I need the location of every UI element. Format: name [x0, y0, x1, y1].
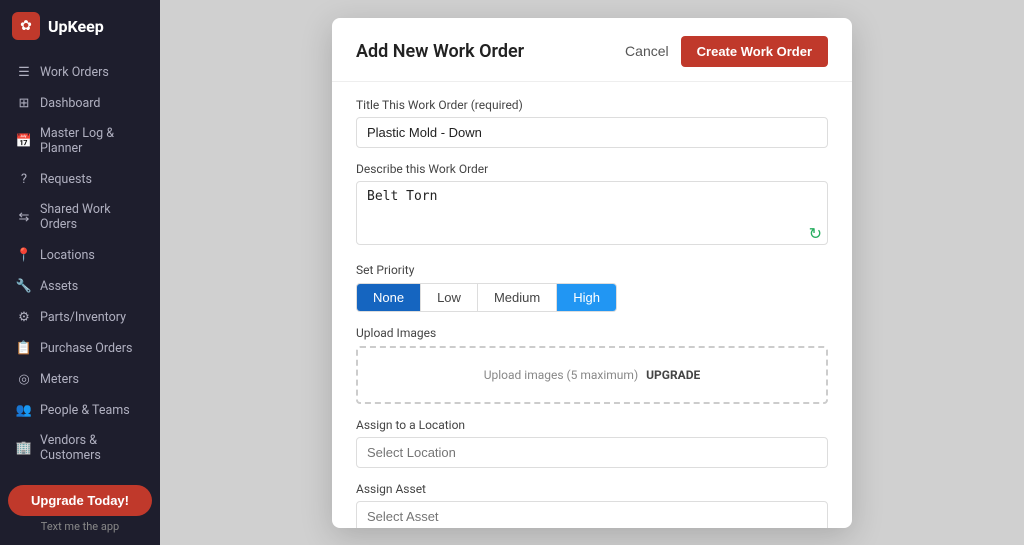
main-content: Add New Work Order Cancel Create Work Or… — [160, 0, 1024, 545]
sidebar-logo: ✿ UpKeep — [0, 0, 160, 52]
sidebar-item-label-vendors-customers: Vendors & Customers — [40, 433, 144, 463]
sidebar-item-parts-inventory[interactable]: ⚙ Parts/Inventory — [4, 302, 156, 332]
requests-icon: ? — [16, 171, 32, 187]
sidebar-item-shared-work-orders[interactable]: ⇆ Shared Work Orders — [4, 195, 156, 239]
modal-body: Title This Work Order (required) Describ… — [332, 82, 852, 528]
modal-header-actions: Cancel Create Work Order — [625, 36, 828, 67]
sidebar-item-label-dashboard: Dashboard — [40, 96, 100, 111]
upgrade-link[interactable]: UPGRADE — [646, 368, 700, 382]
sidebar-item-work-orders[interactable]: ☰ Work Orders — [4, 57, 156, 87]
describe-field-group: Describe this Work Order Belt Torn ↻ — [356, 162, 828, 249]
shared-work-orders-icon: ⇆ — [16, 209, 32, 225]
sidebar-item-label-shared-work-orders: Shared Work Orders — [40, 202, 144, 232]
sidebar-item-label-master-log: Master Log & Planner — [40, 126, 144, 156]
priority-none-button[interactable]: None — [357, 284, 420, 311]
meters-icon: ◎ — [16, 371, 32, 387]
sidebar-bottom: Upgrade Today! Text me the app — [0, 475, 160, 545]
textarea-wrapper: Belt Torn ↻ — [356, 181, 828, 249]
asset-input[interactable] — [356, 501, 828, 528]
sidebar-item-master-log[interactable]: 📅 Master Log & Planner — [4, 119, 156, 163]
purchase-orders-icon: 📋 — [16, 340, 32, 356]
sidebar-item-label-parts-inventory: Parts/Inventory — [40, 310, 126, 325]
text-app-label: Text me the app — [41, 520, 119, 533]
assign-location-label: Assign to a Location — [356, 418, 828, 432]
logo-icon: ✿ — [12, 12, 40, 40]
location-input[interactable] — [356, 437, 828, 468]
priority-medium-button[interactable]: Medium — [477, 284, 556, 311]
vendors-customers-icon: 🏢 — [16, 440, 32, 456]
sidebar-item-label-requests: Requests — [40, 172, 92, 187]
priority-label: Set Priority — [356, 263, 828, 277]
sidebar-item-label-assets: Assets — [40, 279, 78, 294]
sidebar-item-dashboard[interactable]: ⊞ Dashboard — [4, 88, 156, 118]
priority-high-button[interactable]: High — [556, 284, 616, 311]
refresh-icon[interactable]: ↻ — [809, 224, 822, 243]
sidebar-item-label-purchase-orders: Purchase Orders — [40, 341, 132, 356]
people-teams-icon: 👥 — [16, 402, 32, 418]
sidebar-item-meters[interactable]: ◎ Meters — [4, 364, 156, 394]
upload-text: Upload images (5 maximum) — [484, 368, 638, 382]
sidebar-nav: ☰ Work Orders ⊞ Dashboard 📅 Master Log &… — [0, 52, 160, 475]
priority-low-button[interactable]: Low — [420, 284, 477, 311]
title-field-group: Title This Work Order (required) — [356, 98, 828, 148]
upload-label: Upload Images — [356, 326, 828, 340]
assign-asset-label: Assign Asset — [356, 482, 828, 496]
describe-label: Describe this Work Order — [356, 162, 828, 176]
sidebar-item-label-locations: Locations — [40, 248, 95, 263]
asset-field-group: Assign Asset — [356, 482, 828, 528]
work-orders-icon: ☰ — [16, 64, 32, 80]
dashboard-icon: ⊞ — [16, 95, 32, 111]
upload-section: Upload Images Upload images (5 maximum) … — [356, 326, 828, 404]
priority-section: Set Priority None Low Medium High — [356, 263, 828, 312]
sidebar-item-people-teams[interactable]: 👥 People & Teams — [4, 395, 156, 425]
sidebar-item-label-meters: Meters — [40, 372, 79, 387]
upgrade-button[interactable]: Upgrade Today! — [8, 485, 152, 516]
create-work-order-button[interactable]: Create Work Order — [681, 36, 828, 67]
modal-title: Add New Work Order — [356, 41, 524, 62]
locations-icon: 📍 — [16, 247, 32, 263]
sidebar-item-assets[interactable]: 🔧 Assets — [4, 271, 156, 301]
location-field-group: Assign to a Location — [356, 418, 828, 468]
logo-text: UpKeep — [48, 17, 104, 36]
parts-inventory-icon: ⚙ — [16, 309, 32, 325]
modal-header: Add New Work Order Cancel Create Work Or… — [332, 18, 852, 82]
title-field-label: Title This Work Order (required) — [356, 98, 828, 112]
title-input[interactable] — [356, 117, 828, 148]
assets-icon: 🔧 — [16, 278, 32, 294]
sidebar-item-purchase-orders[interactable]: 📋 Purchase Orders — [4, 333, 156, 363]
upload-area[interactable]: Upload images (5 maximum) UPGRADE — [356, 346, 828, 404]
cancel-button[interactable]: Cancel — [625, 43, 669, 59]
sidebar-item-locations[interactable]: 📍 Locations — [4, 240, 156, 270]
sidebar: ✿ UpKeep ☰ Work Orders ⊞ Dashboard 📅 Mas… — [0, 0, 160, 545]
sidebar-item-label-work-orders: Work Orders — [40, 65, 109, 80]
priority-buttons: None Low Medium High — [356, 283, 617, 312]
sidebar-item-label-people-teams: People & Teams — [40, 403, 130, 418]
master-log-icon: 📅 — [16, 133, 32, 149]
add-work-order-modal: Add New Work Order Cancel Create Work Or… — [332, 18, 852, 528]
sidebar-item-requests[interactable]: ? Requests — [4, 164, 156, 194]
describe-textarea[interactable]: Belt Torn — [356, 181, 828, 245]
sidebar-item-vendors-customers[interactable]: 🏢 Vendors & Customers — [4, 426, 156, 470]
